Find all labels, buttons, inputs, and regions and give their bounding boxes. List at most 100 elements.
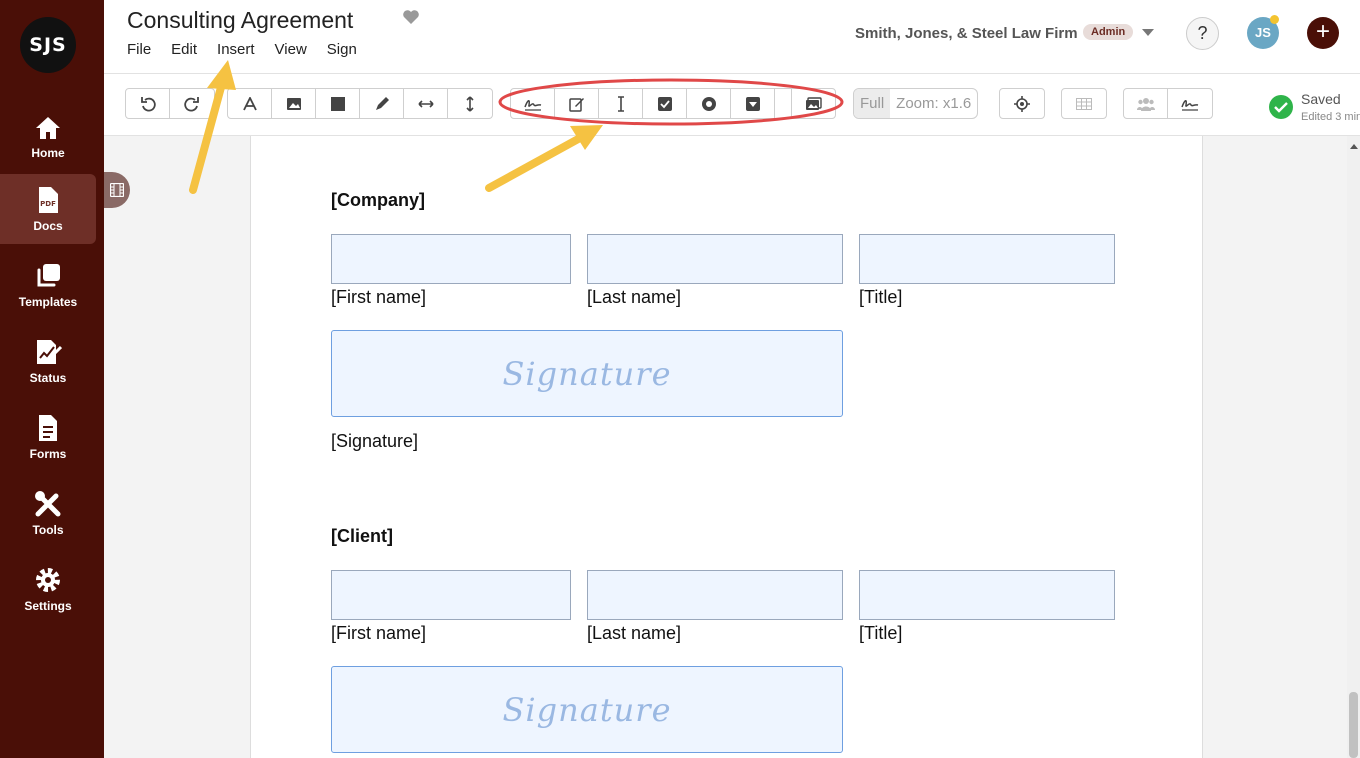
signature-icon (523, 99, 541, 111)
menu-edit[interactable]: Edit (171, 41, 197, 58)
sidebar-item-label: Home (31, 145, 65, 160)
vertical-scrollbar[interactable] (1347, 136, 1360, 758)
menu-bar: File Edit Insert View Sign (127, 41, 357, 58)
field-label: [Title] (859, 623, 903, 643)
gear-icon (36, 567, 60, 592)
client-last-name-field[interactable] (587, 570, 843, 620)
vertical-resize-button[interactable] (448, 89, 492, 118)
radio-field-button[interactable] (687, 89, 731, 118)
sidebar-item-docs[interactable]: PDF Docs (0, 174, 96, 244)
radio-icon (701, 96, 716, 111)
text-icon (242, 96, 257, 110)
svg-text:PDF: PDF (40, 200, 56, 208)
edited-time: Edited 3 min (1301, 111, 1360, 123)
square-icon (330, 96, 345, 111)
company-title-field[interactable] (859, 234, 1115, 284)
signature-field-button[interactable] (511, 89, 555, 118)
tools-icon (35, 490, 61, 516)
section-title-company: [Company] (331, 190, 425, 210)
arrows-vertical-icon (466, 95, 474, 112)
grid-icon (1076, 97, 1092, 110)
menu-sign[interactable]: Sign (327, 41, 357, 58)
text-tool-button[interactable] (228, 89, 272, 118)
forms-icon (39, 414, 57, 441)
sidebar-item-label: Settings (24, 598, 72, 613)
menu-insert[interactable]: Insert (217, 41, 255, 58)
company-last-name-field[interactable] (587, 234, 843, 284)
zoom-control[interactable]: Full Zoom: x1.6 (853, 88, 979, 119)
text-cursor-button[interactable] (599, 89, 643, 118)
document-title[interactable]: Consulting Agreement (127, 7, 353, 34)
saved-status: Saved (1301, 91, 1341, 107)
chevron-down-icon[interactable] (1142, 29, 1154, 36)
dropdown-field-button[interactable] (731, 89, 775, 118)
redo-button[interactable] (170, 89, 214, 118)
signature-placeholder: Signature (502, 354, 672, 393)
company-signature-field[interactable]: Signature (331, 330, 843, 417)
undo-icon (140, 96, 156, 112)
pen-icon (375, 96, 389, 110)
draw-tool-button[interactable] (360, 89, 404, 118)
field-label: [Last name] (587, 623, 682, 643)
field-label: [Last name] (587, 287, 682, 307)
checkbox-field-button[interactable] (643, 89, 687, 118)
grid-group (1061, 88, 1107, 119)
client-title-field[interactable] (859, 570, 1115, 620)
heart-icon[interactable] (402, 9, 420, 25)
sidebar-item-label: Status (29, 370, 67, 385)
home-icon (36, 116, 60, 139)
images-icon (805, 96, 822, 110)
redo-icon (184, 96, 199, 112)
field-label: [Signature] (331, 431, 419, 451)
sidebar-item-status[interactable]: Status (0, 326, 96, 396)
status-icon (37, 339, 62, 364)
menu-view[interactable]: View (275, 41, 307, 58)
sidebar-item-home[interactable]: Home (0, 102, 96, 172)
sidebar-item-tools[interactable]: Tools (0, 478, 96, 548)
scroll-up-icon[interactable] (1350, 144, 1358, 149)
users-icon (1136, 97, 1155, 111)
image-field-button[interactable] (791, 89, 835, 118)
field-label: [First name] (331, 623, 427, 643)
undo-redo-group (125, 88, 215, 119)
scroll-thumb[interactable] (1349, 692, 1358, 758)
arrows-horizontal-icon (417, 99, 434, 108)
firm-name[interactable]: Smith, Jones, & Steel Law Firm (855, 25, 1078, 42)
sidebar-item-forms[interactable]: Forms (0, 402, 96, 472)
undo-button[interactable] (126, 89, 170, 118)
signers-group (1123, 88, 1213, 119)
templates-icon (37, 263, 60, 286)
app-logo[interactable]: SJS (20, 17, 76, 73)
signers-button[interactable] (1124, 89, 1168, 118)
help-button[interactable]: ? (1186, 17, 1219, 50)
text-field-button[interactable] (555, 89, 599, 118)
locate-group (999, 88, 1045, 119)
sidebar-item-templates[interactable]: Templates (0, 250, 96, 320)
dropdown-icon (745, 96, 760, 111)
field-label: [Title] (859, 287, 903, 307)
sidebar-item-label: Templates (18, 294, 78, 309)
client-signature-field[interactable]: Signature (331, 666, 843, 753)
zoom-level[interactable]: Zoom: x1.6 (890, 89, 977, 118)
field-label: [First name] (331, 287, 427, 307)
horizontal-resize-button[interactable] (404, 89, 448, 118)
sign-button[interactable] (1168, 89, 1212, 118)
image-tool-button[interactable] (272, 89, 316, 118)
menu-file[interactable]: File (127, 41, 151, 58)
pdf-icon: PDF (39, 186, 58, 213)
locate-button[interactable] (1000, 89, 1044, 118)
grid-button[interactable] (1062, 89, 1106, 118)
client-first-name-field[interactable] (331, 570, 571, 620)
saved-check-icon (1269, 95, 1293, 119)
company-first-name-field[interactable] (331, 234, 571, 284)
full-zoom-button[interactable]: Full (854, 89, 891, 118)
sidebar-item-settings[interactable]: Settings (0, 554, 96, 624)
insert-tools-group (227, 88, 493, 119)
signature-icon (1181, 99, 1199, 111)
new-button[interactable]: + (1307, 17, 1339, 49)
form-fields-group (510, 88, 836, 119)
sidebar-item-label: Tools (32, 522, 64, 537)
document-page: [Company] [First name] [Last name] [Titl… (250, 136, 1203, 758)
role-badge: Admin (1083, 24, 1134, 40)
shape-tool-button[interactable] (316, 89, 360, 118)
